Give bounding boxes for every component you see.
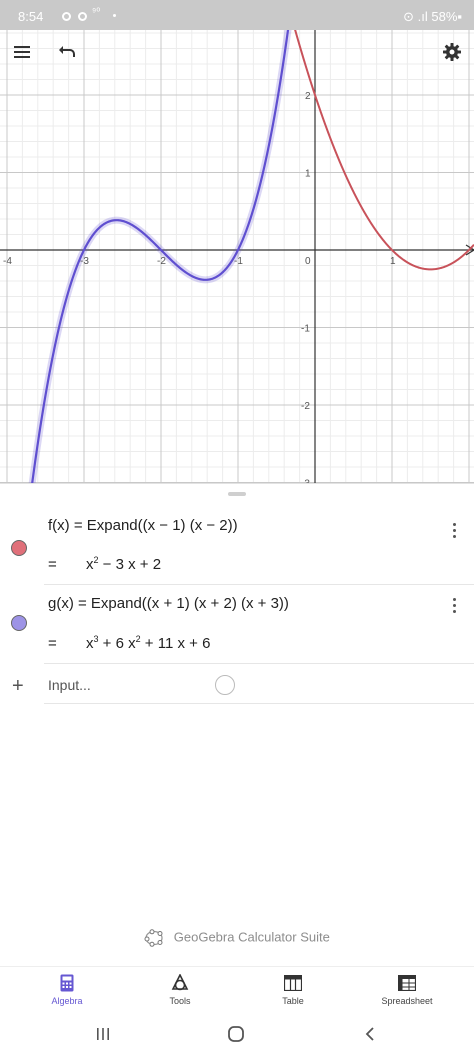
kebab-dot [452,534,456,538]
result-equals: = [48,635,57,652]
result-term: x [86,635,94,652]
curves[interactable] [23,30,474,483]
kebab-dot [452,597,456,601]
settings-button[interactable] [434,34,470,70]
menu-button[interactable] [4,34,40,70]
visibility-toggle-g[interactable] [11,615,27,631]
result-term: + 11 x + 6 [140,635,211,652]
result-term: + 6 x [98,635,136,652]
graphics-view[interactable]: -4 -3 -2 -1 1 3 2 1 -1 -2 -3 0 [0,30,474,483]
result-equals: = [48,556,57,573]
drag-handle[interactable] [228,492,246,496]
result-f: = x2 − 3 x + 2 [48,555,161,573]
recent-apps-icon [97,1028,109,1040]
back-button[interactable] [358,1022,382,1046]
origin-label: 0 [305,256,311,267]
divider [44,703,474,704]
home-icon [228,1026,244,1042]
more-options-f[interactable] [446,518,462,542]
tab-label: Spreadsheet [381,996,433,1006]
kebab-dot [452,522,456,526]
x-tick-label: 1 [390,256,396,267]
tab-label: Algebra [51,996,83,1006]
kebab-dot [452,609,456,613]
kebab-dot [452,528,456,532]
y-tick-label: 1 [305,169,311,180]
tab-algebra[interactable]: Algebra [27,973,107,1006]
y-tick-label: -2 [301,401,310,412]
bottom-nav: Algebra Tools Table Spreadsheet [0,966,474,1012]
gear-icon [443,43,461,61]
x-tick-label: -4 [3,256,12,267]
table-icon [284,975,302,991]
undo-icon [59,46,75,57]
brand-text: GeoGebra Calculator Suite [173,929,330,945]
add-icon[interactable]: + [12,675,24,698]
brand-footer: GeoGebra Calculator Suite [0,929,474,949]
undo-button[interactable] [50,34,86,70]
algebra-input[interactable] [48,672,428,698]
result-term: x [86,556,94,573]
tools-icon [171,974,189,991]
algebra-item-g[interactable]: g(x) = Expand((x + 1) (x + 2) (x + 3)) =… [0,585,474,664]
result-g: = x3 + 6 x2 + 11 x + 6 [48,634,210,652]
home-button[interactable] [224,1022,248,1046]
y-tick-label: -1 [301,324,310,335]
calculator-icon [60,974,74,992]
graph-canvas[interactable]: -4 -3 -2 -1 1 3 2 1 -1 -2 -3 0 [0,30,474,483]
x-tick-label: -2 [157,256,166,267]
menu-icon [14,46,30,58]
x-tick-label: -3 [80,256,89,267]
spreadsheet-icon [398,975,416,991]
definition-f[interactable]: f(x) = Expand((x − 1) (x − 2)) [48,517,238,534]
notification-icon [78,12,87,21]
back-icon [365,1027,374,1041]
definition-g[interactable]: g(x) = Expand((x + 1) (x + 2) (x + 3)) [48,595,289,612]
x-tick-label: -1 [234,256,243,267]
input-row[interactable]: + [0,670,474,704]
tab-spreadsheet[interactable]: Spreadsheet [367,973,447,1006]
y-tick-label: 2 [305,91,311,102]
system-nav-bar [0,1012,474,1053]
divider [44,663,474,664]
status-bar: 8:54 ⁹⁰ ⊙ .ıl 58%▪ [0,0,474,30]
tab-label: Tools [169,996,191,1006]
kebab-dot [452,603,456,607]
text-cursor-handle[interactable] [215,675,235,695]
tab-tools[interactable]: Tools [140,973,220,1006]
geogebra-logo-icon [144,929,163,947]
tab-label: Table [282,996,304,1006]
battery-status: ⊙ .ıl 58%▪ [403,9,462,24]
algebra-view: f(x) = Expand((x − 1) (x − 2)) = x2 − 3 x… [0,483,474,963]
status-time: 8:54 [18,9,44,24]
notification-icon [62,12,71,21]
more-options-g[interactable] [446,593,462,617]
recent-apps-button[interactable] [91,1022,115,1046]
result-term: − 3 x + 2 [98,556,162,573]
visibility-toggle-f[interactable] [11,540,27,556]
algebra-item-f[interactable]: f(x) = Expand((x − 1) (x − 2)) = x2 − 3 x… [0,508,474,585]
tab-table[interactable]: Table [253,973,333,1006]
dot-icon [113,14,116,17]
status-small-text: ⁹⁰ [92,7,101,18]
